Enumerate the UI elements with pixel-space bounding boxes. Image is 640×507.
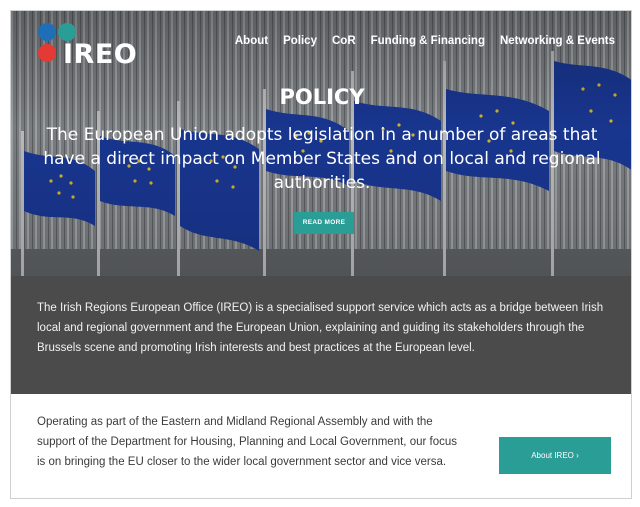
nav-funding-financing[interactable]: Funding & Financing bbox=[371, 35, 485, 47]
read-more-button[interactable]: READ MORE bbox=[294, 212, 354, 234]
about-section: Operating as part of the Eastern and Mid… bbox=[11, 394, 631, 498]
about-text: Operating as part of the Eastern and Mid… bbox=[37, 416, 457, 468]
nav-networking-events[interactable]: Networking & Events bbox=[500, 35, 615, 47]
intro-text: The Irish Regions European Office (IREO)… bbox=[37, 302, 604, 354]
page-frame: IREO About Policy CoR Funding & Financin… bbox=[10, 10, 632, 499]
about-ireo-button[interactable]: About IREO › bbox=[499, 437, 611, 474]
page-title: POLICY bbox=[279, 85, 365, 109]
intro-section: The Irish Regions European Office (IREO)… bbox=[11, 276, 631, 394]
ireo-logo[interactable]: IREO bbox=[37, 19, 138, 70]
main-nav: About Policy CoR Funding & Financing Net… bbox=[220, 35, 615, 47]
nav-cor[interactable]: CoR bbox=[332, 35, 356, 47]
logo-text: IREO bbox=[63, 39, 138, 70]
hero-subtitle: The European Union adopts legislation in… bbox=[43, 125, 601, 193]
nav-about[interactable]: About bbox=[235, 35, 268, 47]
nav-policy[interactable]: Policy bbox=[283, 35, 317, 47]
hero-banner: IREO About Policy CoR Funding & Financin… bbox=[11, 11, 631, 276]
